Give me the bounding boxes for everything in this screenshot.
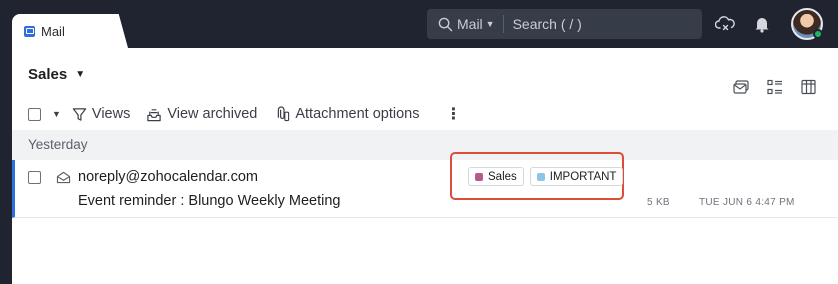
email-size: 5 KB bbox=[647, 197, 670, 208]
tag-color-swatch bbox=[536, 172, 545, 181]
attachment-icon bbox=[278, 106, 290, 122]
select-all-checkbox[interactable] bbox=[28, 107, 41, 121]
page-title: Sales bbox=[28, 66, 68, 83]
notification-bell-icon[interactable] bbox=[752, 14, 772, 34]
column-settings-icon[interactable] bbox=[800, 78, 818, 96]
chevron-down-icon: ▼ bbox=[485, 19, 495, 29]
email-subject: Event reminder : Blungo Weekly Meeting bbox=[78, 193, 341, 209]
search-input[interactable]: Search ( / ) bbox=[513, 16, 582, 32]
tab-mail[interactable]: Mail bbox=[12, 14, 128, 48]
email-checkbox[interactable] bbox=[28, 171, 41, 184]
top-bar: Mail Mail ▼ Search ( / ) bbox=[0, 0, 838, 48]
search-scope-label: Mail bbox=[457, 16, 483, 32]
attachment-options-label: Attachment options bbox=[295, 106, 420, 122]
date-group-header: Yesterday bbox=[12, 130, 838, 160]
reading-pane-icon[interactable] bbox=[732, 78, 750, 96]
tag-important[interactable]: IMPORTANT bbox=[529, 167, 624, 186]
email-date: TUE JUN 6 4:47 PM bbox=[699, 197, 795, 208]
tab-mail-label: Mail bbox=[41, 23, 65, 39]
mail-toolbar: ▼ Views View archived Attachment options… bbox=[28, 104, 462, 124]
mail-list-pane: Sales ▼ ▼ Views View archived Attachment… bbox=[12, 48, 838, 284]
views-button[interactable]: Views bbox=[72, 106, 130, 122]
chevron-down-icon: ▼ bbox=[75, 69, 86, 80]
email-row[interactable]: noreply@zohocalendar.com Event reminder … bbox=[12, 152, 838, 218]
archive-icon bbox=[147, 108, 162, 121]
search-bar[interactable]: Mail ▼ Search ( / ) bbox=[427, 9, 702, 39]
tag-label: Sales bbox=[488, 170, 517, 183]
chevron-down-icon[interactable]: ▼ bbox=[52, 109, 61, 119]
view-archived-label: View archived bbox=[167, 106, 258, 122]
search-icon bbox=[437, 16, 453, 32]
folder-selector[interactable]: Sales ▼ bbox=[28, 66, 85, 83]
email-sender: noreply@zohocalendar.com bbox=[78, 169, 258, 185]
filter-icon bbox=[72, 107, 87, 121]
tag-sales[interactable]: Sales bbox=[468, 167, 524, 186]
tag-label: IMPORTANT bbox=[549, 170, 617, 183]
search-scope-dropdown[interactable]: Mail ▼ bbox=[457, 16, 495, 32]
tag-color-swatch bbox=[475, 172, 483, 181]
attachment-options-button[interactable]: Attachment options bbox=[275, 106, 420, 122]
email-tags: Sales IMPORTANT bbox=[468, 167, 624, 186]
view-archived-button[interactable]: View archived bbox=[146, 106, 257, 122]
search-divider bbox=[502, 15, 504, 33]
cloud-sync-icon[interactable] bbox=[715, 14, 735, 34]
views-label: Views bbox=[91, 106, 131, 122]
view-options bbox=[732, 78, 818, 96]
presence-status-badge bbox=[813, 29, 823, 39]
envelope-icon[interactable] bbox=[55, 169, 71, 185]
mail-app-icon bbox=[24, 25, 35, 37]
list-view-icon[interactable] bbox=[766, 78, 784, 96]
more-options-icon[interactable]: ⋮ bbox=[446, 104, 462, 124]
